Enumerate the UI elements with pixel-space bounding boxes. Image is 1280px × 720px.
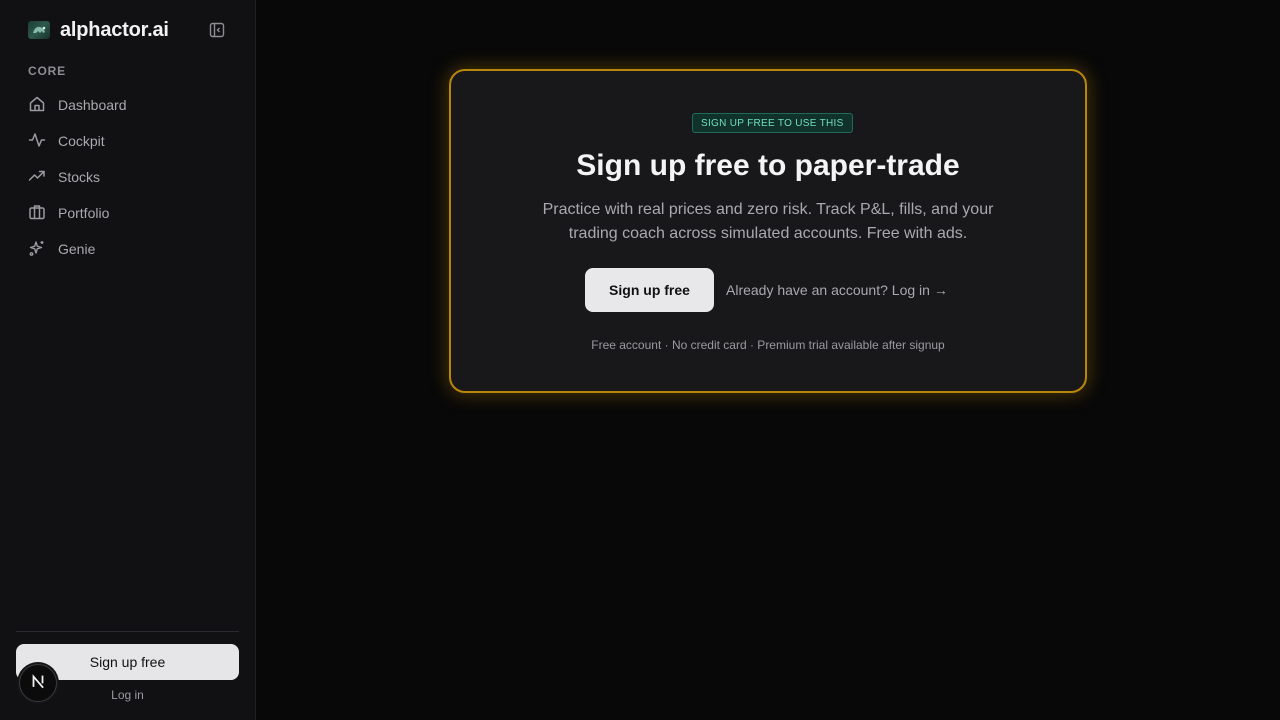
sidebar-item-dashboard[interactable]: Dashboard <box>16 87 240 123</box>
signup-required-badge: SIGN UP FREE TO USE THIS <box>692 113 853 133</box>
login-link[interactable]: Already have an account? Log in → <box>726 282 948 298</box>
card-description: Practice with real prices and zero risk.… <box>542 201 994 242</box>
brand[interactable]: alphactor.ai <box>28 18 169 42</box>
sidebar-item-portfolio[interactable]: Portfolio <box>16 195 240 231</box>
home-icon <box>28 95 46 116</box>
sidebar-item-genie[interactable]: Genie <box>16 231 240 267</box>
section-label-core: CORE <box>28 64 66 78</box>
activity-icon <box>28 131 46 152</box>
dev-tools-badge[interactable] <box>19 664 57 702</box>
turtle-logo-icon <box>28 21 50 39</box>
card-footnote: Free account · No credit card · Premium … <box>591 338 945 352</box>
sidebar-item-cockpit[interactable]: Cockpit <box>16 123 240 159</box>
nextjs-logo-icon <box>29 672 47 695</box>
signup-button[interactable]: Sign up free <box>585 268 714 312</box>
signup-card: SIGN UP FREE TO USE THIS Sign up free to… <box>449 69 1087 393</box>
sidebar-item-label: Genie <box>58 241 96 257</box>
sidebar: alphactor.ai CORE Dashboard Cockpit Stoc… <box>0 0 256 720</box>
sidebar-nav: Dashboard Cockpit Stocks Portfolio Genie <box>16 87 240 267</box>
sidebar-item-label: Stocks <box>58 169 101 185</box>
card-title: Sign up free to paper-trade <box>576 149 960 182</box>
briefcase-icon <box>28 203 46 224</box>
sidebar-item-stocks[interactable]: Stocks <box>16 159 240 195</box>
sidebar-item-label: Cockpit <box>58 133 105 149</box>
sidebar-collapse-icon[interactable] <box>208 21 226 39</box>
sparkles-icon <box>28 239 46 260</box>
sidebar-divider <box>16 631 239 632</box>
sidebar-item-label: Portfolio <box>58 205 110 221</box>
trending-up-icon <box>28 167 46 188</box>
sidebar-item-label: Dashboard <box>58 97 127 113</box>
brand-name: alphactor.ai <box>60 18 169 41</box>
